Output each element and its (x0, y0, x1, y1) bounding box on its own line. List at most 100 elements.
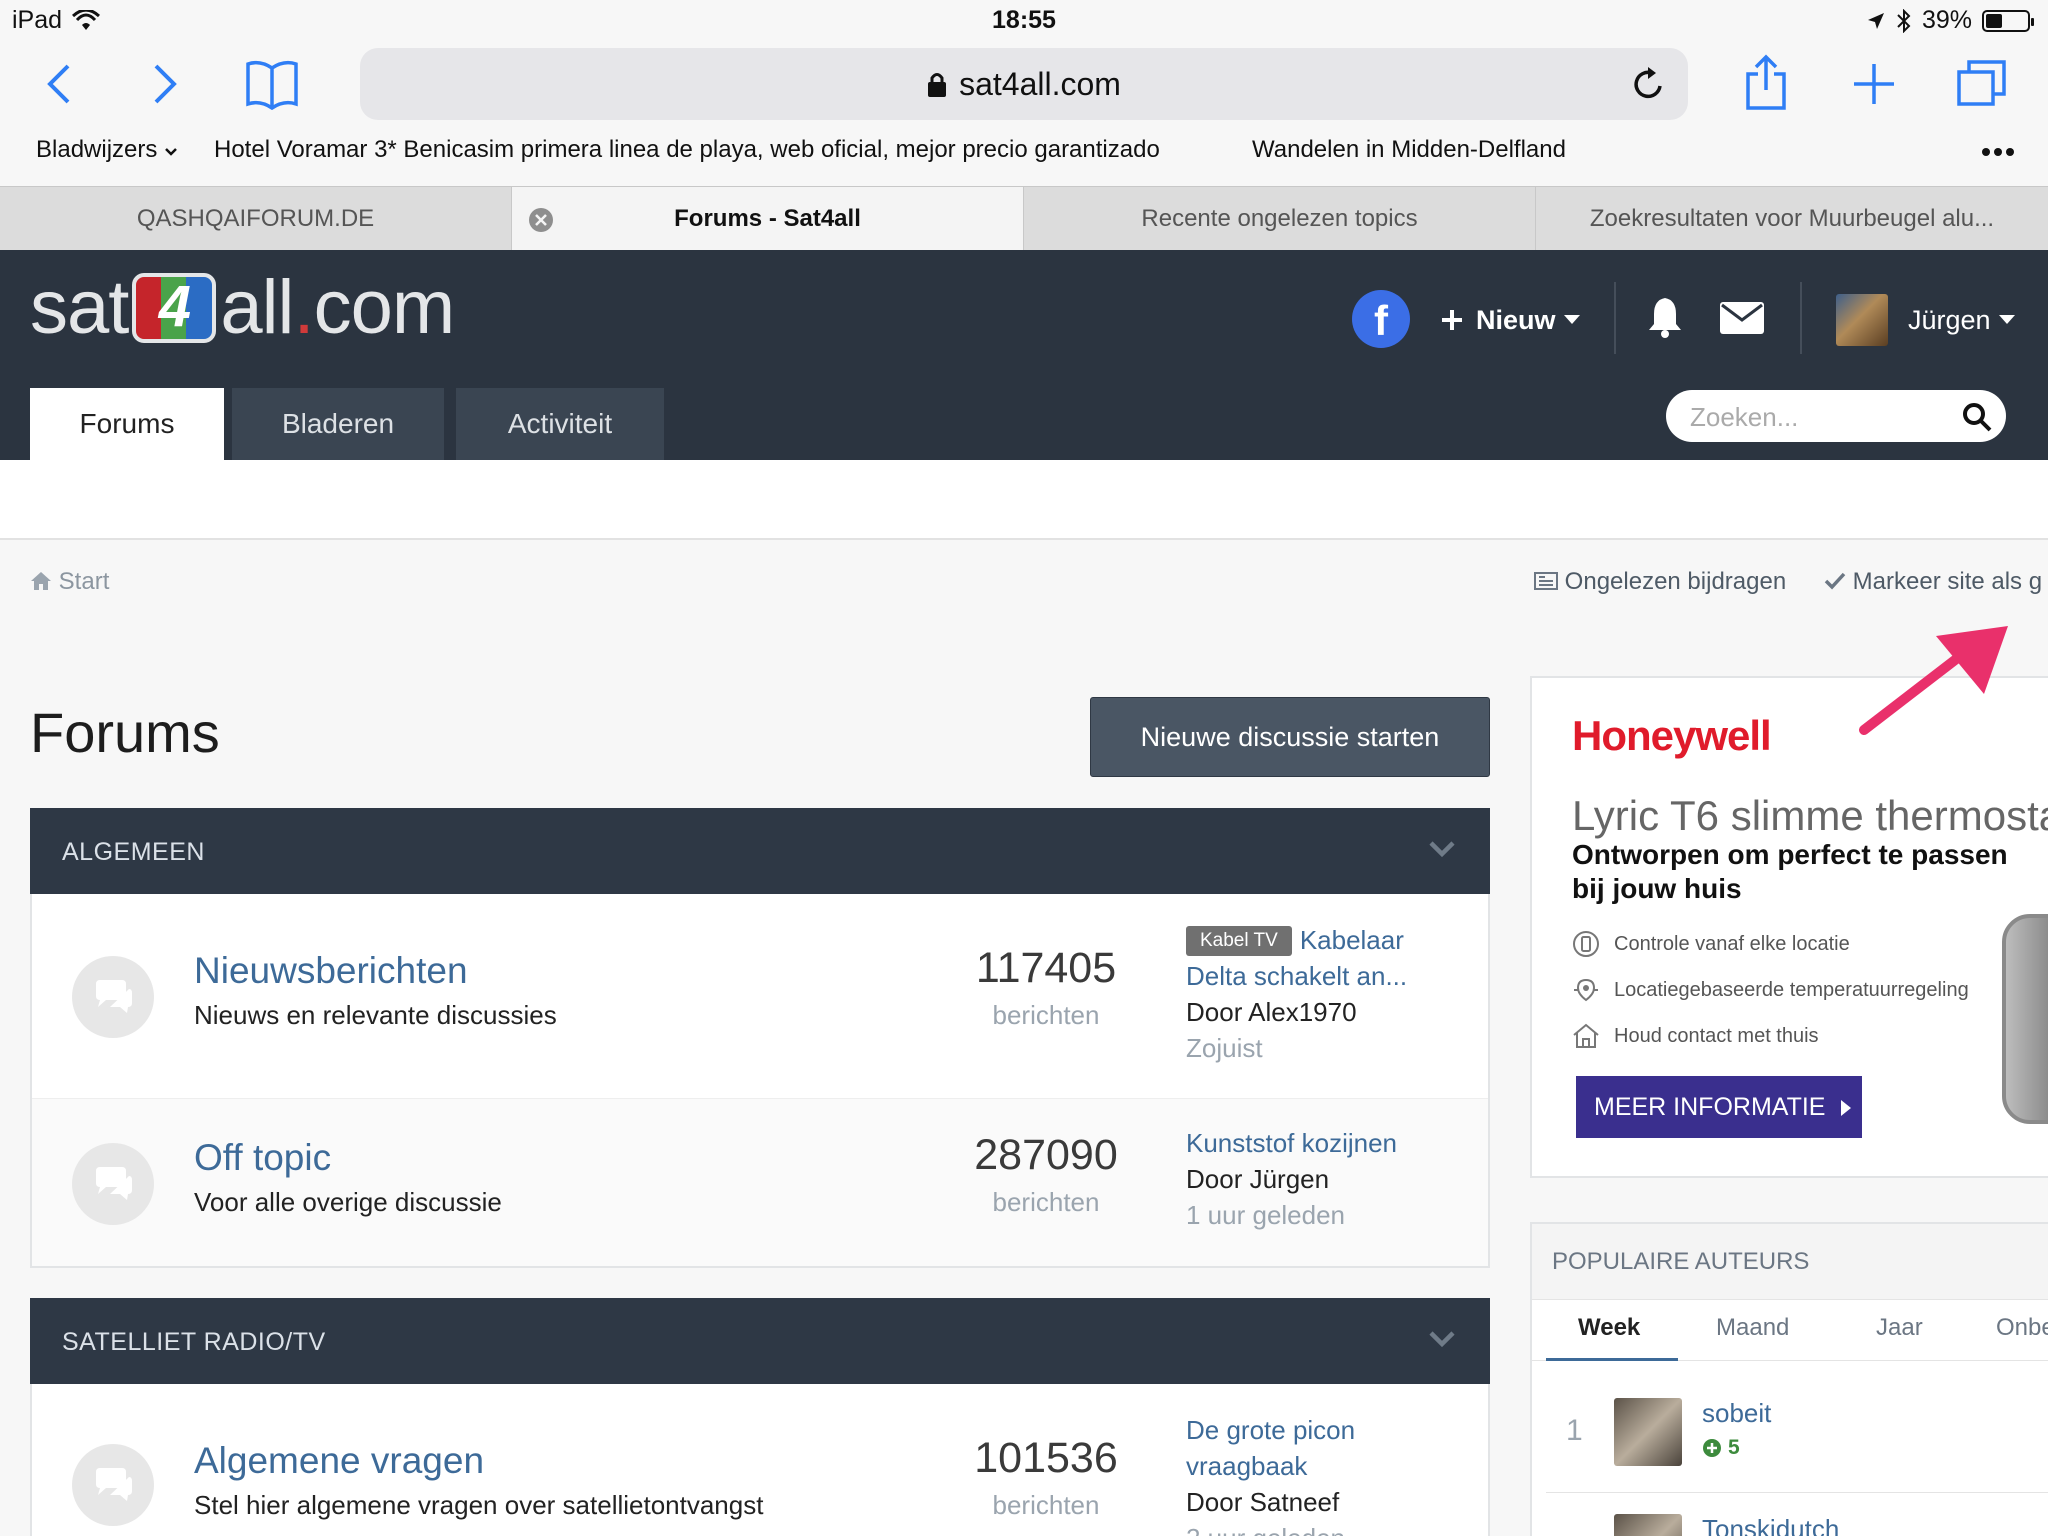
forum-node[interactable]: Nieuwsberichten Nieuws en relevante disc… (32, 894, 1488, 1098)
latest-post-author[interactable]: Door Jürgen (1186, 1161, 1486, 1197)
plus-icon (1442, 310, 1462, 330)
mark-read-link[interactable]: Markeer site als g (1824, 568, 2042, 596)
envelope-icon[interactable] (1720, 302, 1764, 334)
category-body: Nieuwsberichten Nieuws en relevante disc… (30, 894, 1490, 1268)
latest-post-time: 1 uur geleden (1186, 1200, 1346, 1230)
nav-tab-forums[interactable]: Forums (30, 388, 224, 460)
tab-qashqaiforum[interactable]: QASHQAIFORUM.DE (0, 187, 512, 251)
browser-tabs: QASHQAIFORUM.DE Forums - Sat4all Recente… (0, 186, 2048, 251)
latest-post-author[interactable]: Door Alex1970 (1186, 994, 1486, 1030)
check-icon (1824, 572, 1846, 590)
forum-title[interactable]: Algemene vragen (194, 1440, 484, 1482)
tab-recente-topics[interactable]: Recente ongelezen topics (1024, 187, 1536, 251)
mark-read-label: Markeer site als g (1852, 568, 2043, 595)
category-title: SATELLIET RADIO/TV (62, 1328, 326, 1356)
avatar[interactable] (1614, 1514, 1682, 1536)
ad-feature-label: Houd contact met thuis (1614, 1024, 1819, 1047)
new-menu-button[interactable]: Nieuw (1440, 290, 1580, 350)
annotation-arrow (1859, 626, 2008, 735)
logo-four: 4 (132, 272, 217, 343)
author-name[interactable]: Tonskidutch (1702, 1514, 1839, 1536)
search-icon[interactable] (1962, 402, 1992, 432)
forum-title[interactable]: Nieuwsberichten (194, 950, 468, 992)
chevron-down-icon[interactable] (1428, 834, 1456, 862)
site-logo[interactable]: sat 4 all. com (30, 264, 455, 351)
row-divider (1546, 1492, 2048, 1493)
forum-title[interactable]: Off topic (194, 1137, 331, 1179)
tabs-overview-icon[interactable] (1956, 58, 2008, 108)
latest-thread-link[interactable]: Kabelaar (1300, 925, 1404, 955)
user-menu[interactable]: Jürgen (1836, 290, 2015, 350)
forum-description: Voor alle overige discussie (194, 1187, 502, 1217)
nav-tab-activiteit[interactable]: Activiteit (456, 388, 664, 460)
tab-label: Forums - Sat4all (674, 205, 861, 232)
new-discussion-button[interactable]: Nieuwe discussie starten (1090, 697, 1490, 777)
share-icon[interactable] (1744, 54, 1788, 110)
latest-thread-link[interactable]: De grote picon (1186, 1412, 1486, 1448)
ad-feature-label: Controle vanaf elke locatie (1614, 932, 1850, 955)
chevron-down-icon[interactable] (1428, 1324, 1456, 1352)
ad-headline: Lyric T6 slimme thermosta (1572, 792, 2048, 839)
new-tab-icon[interactable] (1852, 62, 1896, 106)
thread-prefix-badge[interactable]: Kabel TV (1186, 926, 1292, 956)
tab-year[interactable]: Jaar (1876, 1314, 1923, 1342)
facebook-icon[interactable]: f (1352, 290, 1410, 348)
ad-cta-button[interactable]: MEER INFORMATIE (1576, 1076, 1862, 1138)
forum-icon (72, 956, 154, 1038)
latest-post-author[interactable]: Door Satneef (1186, 1484, 1486, 1520)
category-header[interactable]: SATELLIET RADIO/TV (30, 1298, 1490, 1384)
advertisement[interactable]: Honeywell Lyric T6 slimme thermosta Ontw… (1530, 676, 2048, 1178)
tab-unlimited[interactable]: Onbe (1996, 1314, 2048, 1342)
battery-percent: 39% (1921, 6, 1972, 34)
avatar (1836, 294, 1888, 346)
ad-feature: Controle vanaf elke locatie (1572, 930, 1850, 958)
unread-posts-label: Ongelezen bijdragen (1564, 568, 1787, 595)
avatar[interactable] (1614, 1398, 1682, 1466)
ad-brand: Honeywell (1572, 712, 1772, 759)
author-score-value: 5 (1728, 1436, 1740, 1459)
tab-month[interactable]: Maand (1716, 1314, 1789, 1342)
bookmarks-menu[interactable]: Bladwijzers (36, 136, 178, 164)
unread-posts-link[interactable]: Ongelezen bijdragen (1534, 568, 1786, 596)
more-icon[interactable] (1980, 146, 2016, 158)
status-bar: iPad 18:55 39% (0, 0, 2048, 40)
post-count-label: berichten (992, 1000, 1100, 1030)
tab-forums-sat4all[interactable]: Forums - Sat4all (512, 187, 1024, 251)
tab-zoekresultaten[interactable]: Zoekresultaten voor Muurbeugel alu... (1536, 187, 2048, 251)
forum-node[interactable]: Off topic Voor alle overige discussie 28… (32, 1098, 1488, 1266)
nav-tab-bladeren[interactable]: Bladeren (232, 388, 444, 460)
breadcrumb-home[interactable]: Start (30, 568, 109, 596)
breadcrumb-home-label: Start (58, 568, 110, 595)
author-rank: 1 (1566, 1414, 1583, 1447)
reload-icon[interactable] (1630, 64, 1666, 104)
forum-node[interactable]: Algemene vragen Stel hier algemene vrage… (32, 1384, 1488, 1536)
latest-thread-link[interactable]: vraagbaak (1186, 1448, 1486, 1484)
forward-icon[interactable] (150, 62, 180, 106)
breadcrumb: Start Ongelezen bijdragen Markeer site a… (0, 568, 2048, 608)
search-input[interactable]: Zoeken... (1666, 390, 2006, 442)
bookmark-item[interactable]: Wandelen in Midden-Delfland (1252, 136, 1566, 164)
author-score: 5 (1702, 1436, 1740, 1460)
location-icon (1867, 12, 1884, 29)
tab-label: QASHQAIFORUM.DE (136, 205, 375, 232)
address-bar[interactable]: sat4all.com (360, 48, 1688, 120)
author-name[interactable]: sobeit (1702, 1398, 1771, 1429)
clock: 18:55 (992, 6, 1056, 34)
back-icon[interactable] (44, 62, 74, 106)
house-icon (1573, 1023, 1599, 1048)
bookmark-item[interactable]: Hotel Voramar 3* Benicasim primera linea… (214, 136, 1160, 164)
search-placeholder: Zoeken... (1690, 402, 1799, 432)
forum-icon (72, 1444, 154, 1526)
phone-icon (1573, 931, 1599, 957)
location-pin-icon (1574, 978, 1598, 1002)
popular-authors-widget: POPULAIRE AUTEURS Week Maand Jaar Onbe 1… (1530, 1222, 2048, 1536)
latest-thread-link[interactable]: Delta schakelt an... (1186, 958, 1486, 994)
close-tab-icon[interactable] (528, 207, 554, 233)
logo-text: all (220, 265, 294, 350)
post-count: 117405 (975, 944, 1117, 992)
bell-icon[interactable] (1646, 296, 1684, 338)
latest-thread-link[interactable]: Kunststof kozijnen (1186, 1125, 1486, 1161)
bookmarks-icon[interactable] (244, 60, 300, 110)
category-header[interactable]: ALGEMEEN (30, 808, 1490, 894)
tab-week[interactable]: Week (1578, 1314, 1640, 1342)
